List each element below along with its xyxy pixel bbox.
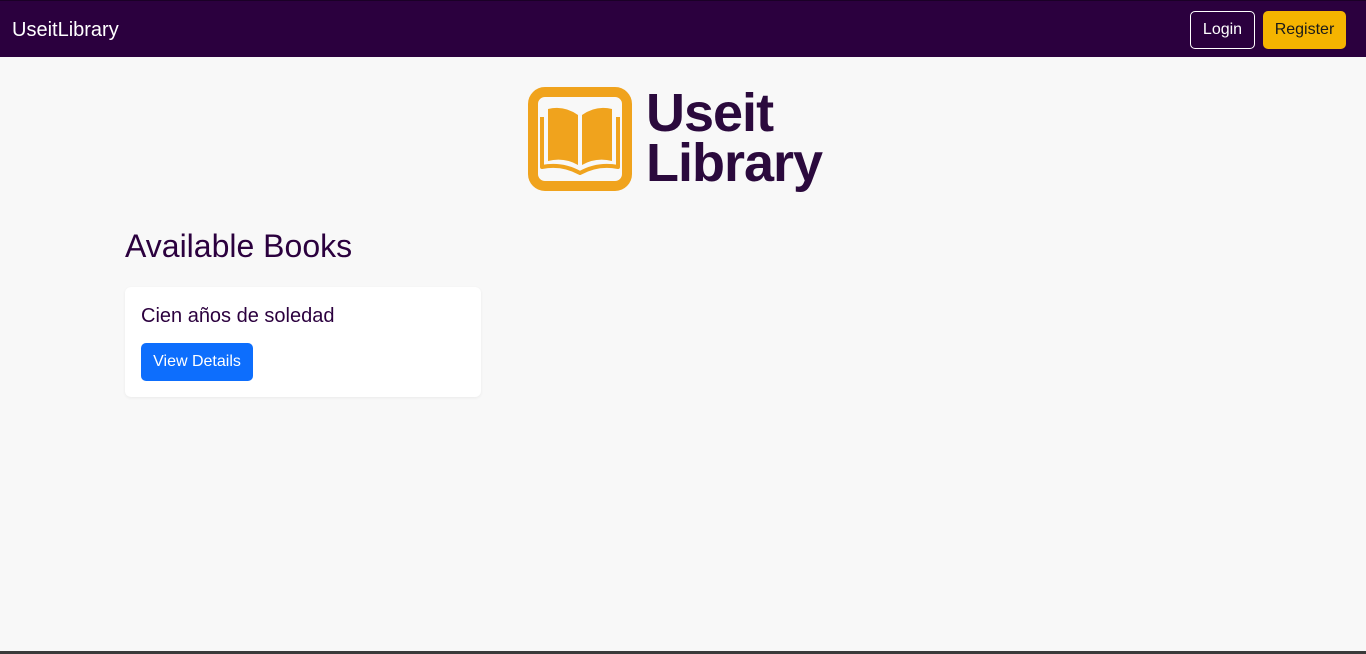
view-details-button[interactable]: View Details: [141, 343, 253, 381]
book-title: Cien años de soledad: [141, 305, 335, 327]
login-button[interactable]: Login: [1190, 11, 1255, 49]
navbar: UseitLibrary Login Register: [0, 0, 1366, 57]
useit-library-logo: Useit Library: [528, 86, 828, 198]
page-title: Available Books: [125, 228, 353, 264]
open-book-icon: [528, 87, 632, 191]
brand-link[interactable]: UseitLibrary: [12, 18, 119, 42]
logo-wordmark: Useit Library: [646, 83, 823, 193]
logo-line-2: Library: [646, 133, 823, 193]
register-button[interactable]: Register: [1263, 11, 1346, 49]
book-card: Cien años de soledad View Details: [125, 287, 481, 397]
logo-line-1: Useit: [646, 83, 774, 143]
